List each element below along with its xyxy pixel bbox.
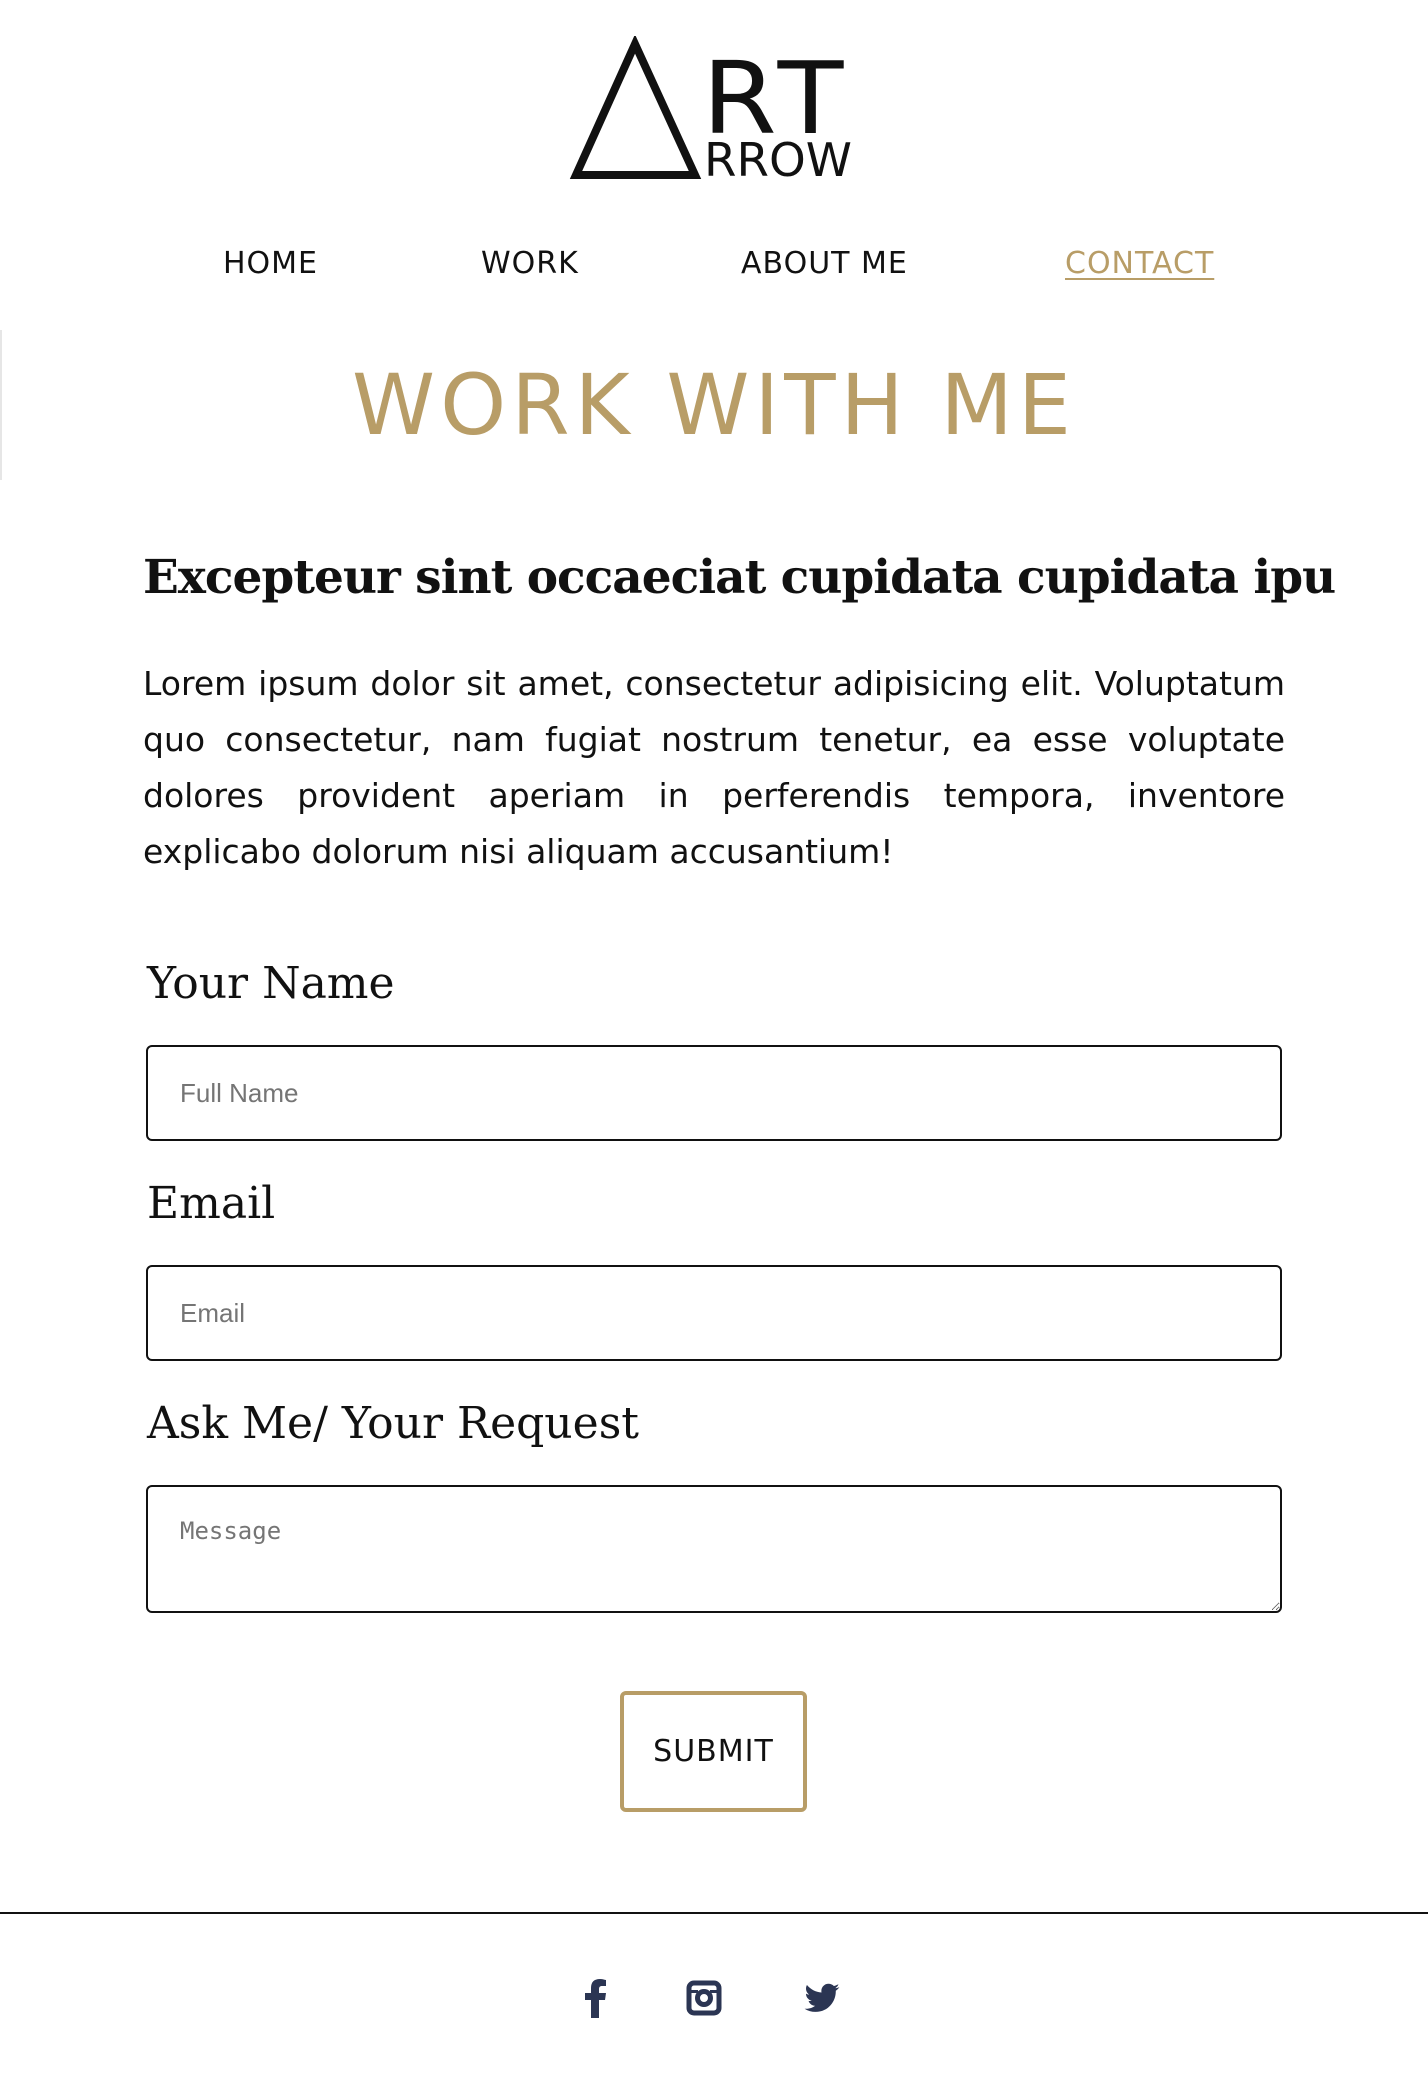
submit-button[interactable]: SUBMIT (620, 1691, 807, 1812)
nav-home[interactable]: HOME (223, 244, 318, 284)
instagram-icon (686, 1980, 722, 2016)
name-input[interactable] (146, 1045, 1282, 1141)
twitter-link[interactable] (803, 1978, 841, 2018)
nav-contact[interactable]: CONTACT (1065, 244, 1214, 284)
main-nav: HOME WORK ABOUT ME CONTACT (0, 240, 1428, 288)
instagram-link[interactable] (686, 1978, 722, 2018)
email-label: Email (147, 1178, 276, 1229)
logo[interactable]: RT RROW (568, 36, 868, 186)
facebook-icon (585, 1979, 606, 2018)
logo-triangle-icon (569, 36, 702, 179)
facebook-link[interactable] (582, 1978, 610, 2018)
name-label: Your Name (147, 958, 395, 1009)
page-title: WORK WITH ME (352, 356, 1076, 454)
logo-bottom-text: RROW (704, 133, 852, 186)
email-input[interactable] (146, 1265, 1282, 1361)
footer-divider (0, 1912, 1428, 1914)
intro-paragraph: Lorem ipsum dolor sit amet, consectetur … (143, 664, 1285, 871)
message-label: Ask Me/ Your Request (147, 1398, 639, 1449)
twitter-icon (804, 1983, 840, 2012)
nav-work[interactable]: WORK (481, 244, 579, 284)
nav-about-me[interactable]: ABOUT ME (741, 244, 908, 284)
section-subheading: Excepteur sint occaeciat cupidata cupida… (143, 550, 1336, 605)
message-textarea[interactable] (146, 1485, 1282, 1613)
